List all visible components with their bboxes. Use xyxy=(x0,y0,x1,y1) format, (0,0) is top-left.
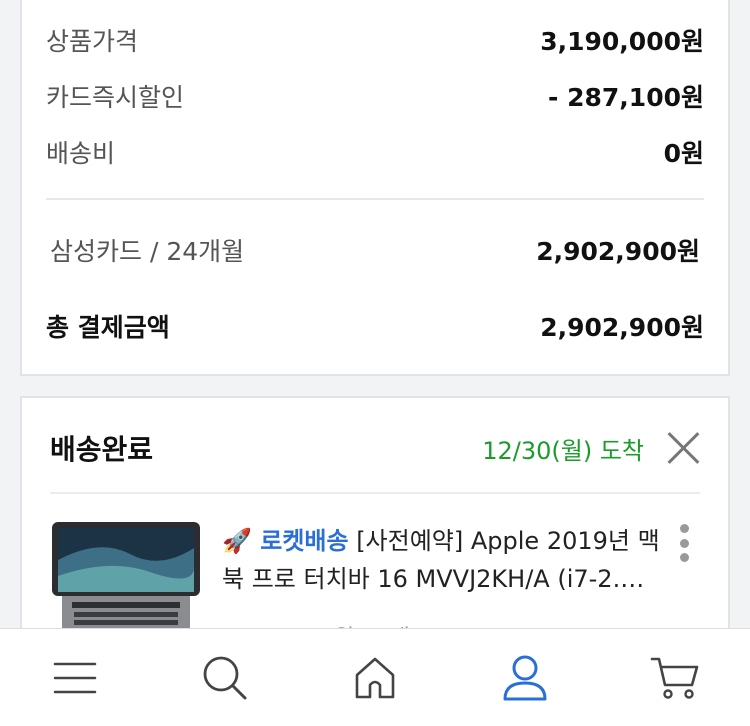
delivery-status: 배송완료 xyxy=(50,433,154,466)
shipping-fee-label: 배송비 xyxy=(46,139,116,168)
product-title-line2: 북 프로 터치바 16 MVVJ2KH/A (i7-2.… xyxy=(222,565,645,593)
price-label: 상품가격 xyxy=(46,27,139,56)
product-title-line1: 🚀 로켓배송 [사전예약] Apple 2019년 맥 xyxy=(222,522,662,560)
installment-row: 삼성카드 / 24개월 2,902,900원 xyxy=(50,232,700,268)
product-info[interactable]: 🚀 로켓배송 [사전예약] Apple 2019년 맥 북 프로 터치바 16 … xyxy=(222,522,662,598)
rocket-delivery-badge: 🚀 로켓배송 xyxy=(222,527,349,555)
nav-search-button[interactable] xyxy=(185,638,265,718)
nav-cart-button[interactable] xyxy=(635,638,715,718)
card-discount-row: 카드즉시할인 - 287,100원 xyxy=(46,78,704,114)
total-label: 총 결제금액 xyxy=(46,313,170,342)
card-discount-value: - 287,100원 xyxy=(548,83,704,112)
product-thumbnail[interactable] xyxy=(50,520,202,640)
total-row: 총 결제금액 2,902,900원 xyxy=(46,308,704,344)
card-discount-label: 카드즉시할인 xyxy=(46,83,185,112)
order-detail-page: 상품가격 3,190,000원 카드즉시할인 - 287,100원 배송비 0원… xyxy=(0,0,750,726)
shipping-fee-value: 0원 xyxy=(663,139,704,168)
total-value: 2,902,900원 xyxy=(540,313,704,342)
shipping-fee-row: 배송비 0원 xyxy=(46,134,704,170)
bottom-nav xyxy=(0,628,750,726)
product-title-text1: [사전예약] Apple 2019년 맥 xyxy=(348,527,660,555)
menu-icon xyxy=(53,662,97,693)
payment-divider xyxy=(46,198,704,200)
price-row: 상품가격 3,190,000원 xyxy=(46,22,704,58)
delivery-divider xyxy=(50,492,700,494)
installment-label: 삼성카드 / 24개월 xyxy=(50,237,245,266)
more-options-icon[interactable] xyxy=(678,524,690,562)
delivery-header: 배송완료 12/30(월) 도착 xyxy=(50,428,700,468)
nav-my-page-button[interactable] xyxy=(485,638,565,718)
close-icon[interactable] xyxy=(666,431,700,465)
cart-icon xyxy=(650,657,699,699)
nav-menu-button[interactable] xyxy=(35,638,115,718)
installment-value: 2,902,900원 xyxy=(536,237,700,266)
nav-home-button[interactable] xyxy=(335,638,415,718)
arrival-date: 12/30(월) 도착 xyxy=(482,436,644,465)
user-icon xyxy=(503,655,547,700)
payment-summary-card: 상품가격 3,190,000원 카드즉시할인 - 287,100원 배송비 0원… xyxy=(20,0,730,376)
home-icon xyxy=(355,657,395,698)
price-value: 3,190,000원 xyxy=(540,27,704,56)
search-icon xyxy=(203,656,247,699)
